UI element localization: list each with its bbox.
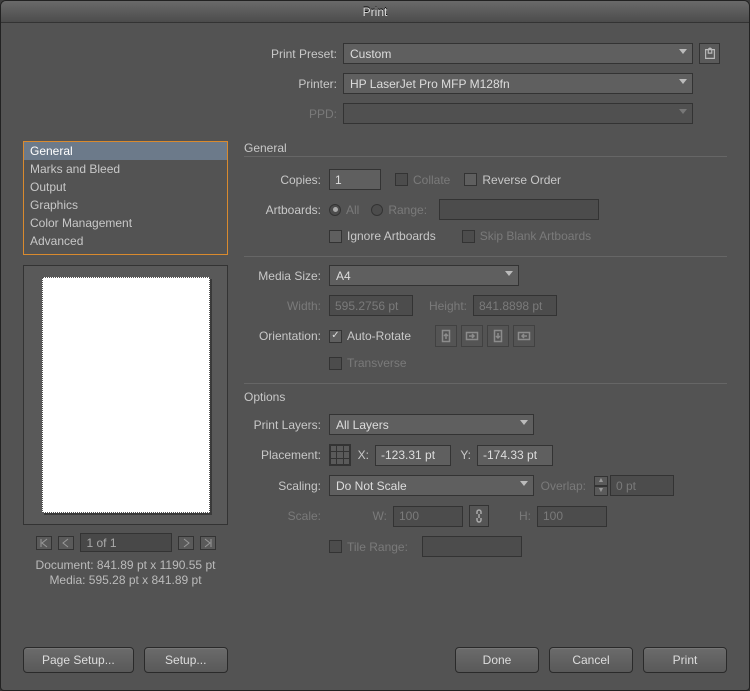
scaling-label: Scaling: [244, 479, 329, 493]
media-size-dropdown[interactable]: A4 [329, 265, 519, 286]
orient-landscape-left-icon [461, 325, 483, 347]
print-layers-dropdown[interactable]: All Layers [329, 414, 534, 435]
reverse-order-checkbox[interactable]: Reverse Order [464, 173, 561, 187]
print-button[interactable]: Print [643, 647, 727, 673]
overlap-label: Overlap: [534, 479, 592, 493]
overlap-down-button: ▼ [594, 486, 608, 496]
scale-h-input [537, 506, 607, 527]
page-preview [23, 265, 228, 525]
x-label: X: [357, 448, 375, 462]
auto-rotate-checkbox[interactable]: Auto-Rotate [329, 329, 411, 343]
tile-range-checkbox: Tile Range: [329, 540, 408, 554]
titlebar: Print [1, 1, 749, 23]
h-label: H: [513, 509, 537, 523]
print-preset-label: Print Preset: [243, 47, 343, 61]
save-preset-icon[interactable] [699, 43, 720, 64]
category-summary[interactable]: Summary [24, 250, 227, 255]
print-layers-label: Print Layers: [244, 418, 329, 432]
w-label: W: [369, 509, 393, 523]
height-label: Height: [413, 299, 473, 313]
copies-label: Copies: [244, 173, 329, 187]
left-column: General Marks and Bleed Output Graphics … [23, 141, 228, 630]
first-page-button[interactable] [36, 536, 52, 550]
y-label: Y: [451, 448, 477, 462]
settings-panel: General Copies: Collate Reverse Order Ar… [244, 141, 727, 630]
overlap-stepper: ▲▼ [592, 476, 608, 496]
category-advanced[interactable]: Advanced [24, 232, 227, 250]
copies-input[interactable] [329, 169, 381, 190]
x-input[interactable] [375, 445, 451, 466]
orientation-icons [435, 325, 535, 347]
tile-range-input [422, 536, 522, 557]
height-input [473, 295, 557, 316]
artboards-label: Artboards: [244, 203, 329, 217]
general-heading: General [244, 141, 727, 157]
transverse-checkbox: Transverse [329, 356, 407, 370]
prev-page-button[interactable] [58, 536, 74, 550]
overlap-input [610, 475, 674, 496]
artboards-range-radio: Range: [371, 203, 427, 217]
print-preset-value: Custom [350, 47, 391, 61]
header-controls: Print Preset: Custom Printer: HP LaserJe… [243, 43, 727, 133]
media-dimensions: Media: 595.28 pt x 841.89 pt [23, 573, 228, 588]
preview-nav: 1 of 1 [23, 533, 228, 552]
print-preset-dropdown[interactable]: Custom [343, 43, 693, 64]
placement-label: Placement: [244, 448, 329, 462]
ppd-dropdown [343, 103, 693, 124]
print-dialog: Print Print Preset: Custom Printer: HP L… [0, 0, 750, 691]
y-input[interactable] [477, 445, 553, 466]
range-input [439, 199, 599, 220]
placement-grid-icon[interactable] [329, 444, 351, 466]
scaling-dropdown[interactable]: Do Not Scale [329, 475, 534, 496]
scale-label: Scale: [244, 509, 329, 523]
orient-portrait-down-icon [487, 325, 509, 347]
page-setup-button[interactable]: Page Setup... [23, 647, 134, 673]
skip-blank-checkbox: Skip Blank Artboards [462, 229, 591, 243]
ignore-artboards-checkbox[interactable]: Ignore Artboards [329, 229, 436, 243]
dialog-content: Print Preset: Custom Printer: HP LaserJe… [1, 23, 749, 630]
scale-w-input [393, 506, 463, 527]
category-graphics[interactable]: Graphics [24, 196, 227, 214]
setup-button[interactable]: Setup... [144, 647, 228, 673]
ppd-label: PPD: [243, 107, 343, 121]
category-output[interactable]: Output [24, 178, 227, 196]
link-wh-icon [469, 505, 489, 527]
last-page-button[interactable] [200, 536, 216, 550]
overlap-up-button: ▲ [594, 476, 608, 486]
width-label: Width: [244, 299, 329, 313]
category-marks-bleed[interactable]: Marks and Bleed [24, 160, 227, 178]
collate-checkbox: Collate [395, 173, 450, 187]
orient-landscape-right-icon [513, 325, 535, 347]
width-input [329, 295, 413, 316]
category-general[interactable]: General [24, 142, 227, 160]
category-list[interactable]: General Marks and Bleed Output Graphics … [23, 141, 228, 255]
doc-dimensions: Document: 841.89 pt x 1190.55 pt [23, 558, 228, 573]
category-color-mgmt[interactable]: Color Management [24, 214, 227, 232]
media-size-label: Media Size: [244, 269, 329, 283]
page-indicator[interactable]: 1 of 1 [80, 533, 172, 552]
orient-portrait-up-icon [435, 325, 457, 347]
done-button[interactable]: Done [455, 647, 539, 673]
window-title: Print [363, 5, 388, 19]
orientation-label: Orientation: [244, 329, 329, 343]
printer-dropdown[interactable]: HP LaserJet Pro MFP M128fn [343, 73, 693, 94]
next-page-button[interactable] [178, 536, 194, 550]
printer-label: Printer: [243, 77, 343, 91]
cancel-button[interactable]: Cancel [549, 647, 633, 673]
printer-value: HP LaserJet Pro MFP M128fn [350, 77, 510, 91]
doc-info: Document: 841.89 pt x 1190.55 pt Media: … [23, 558, 228, 588]
artboards-all-radio: All [329, 203, 359, 217]
preview-page [42, 277, 210, 513]
dialog-footer: Page Setup... Setup... Done Cancel Print [1, 630, 749, 690]
options-heading: Options [244, 390, 727, 404]
